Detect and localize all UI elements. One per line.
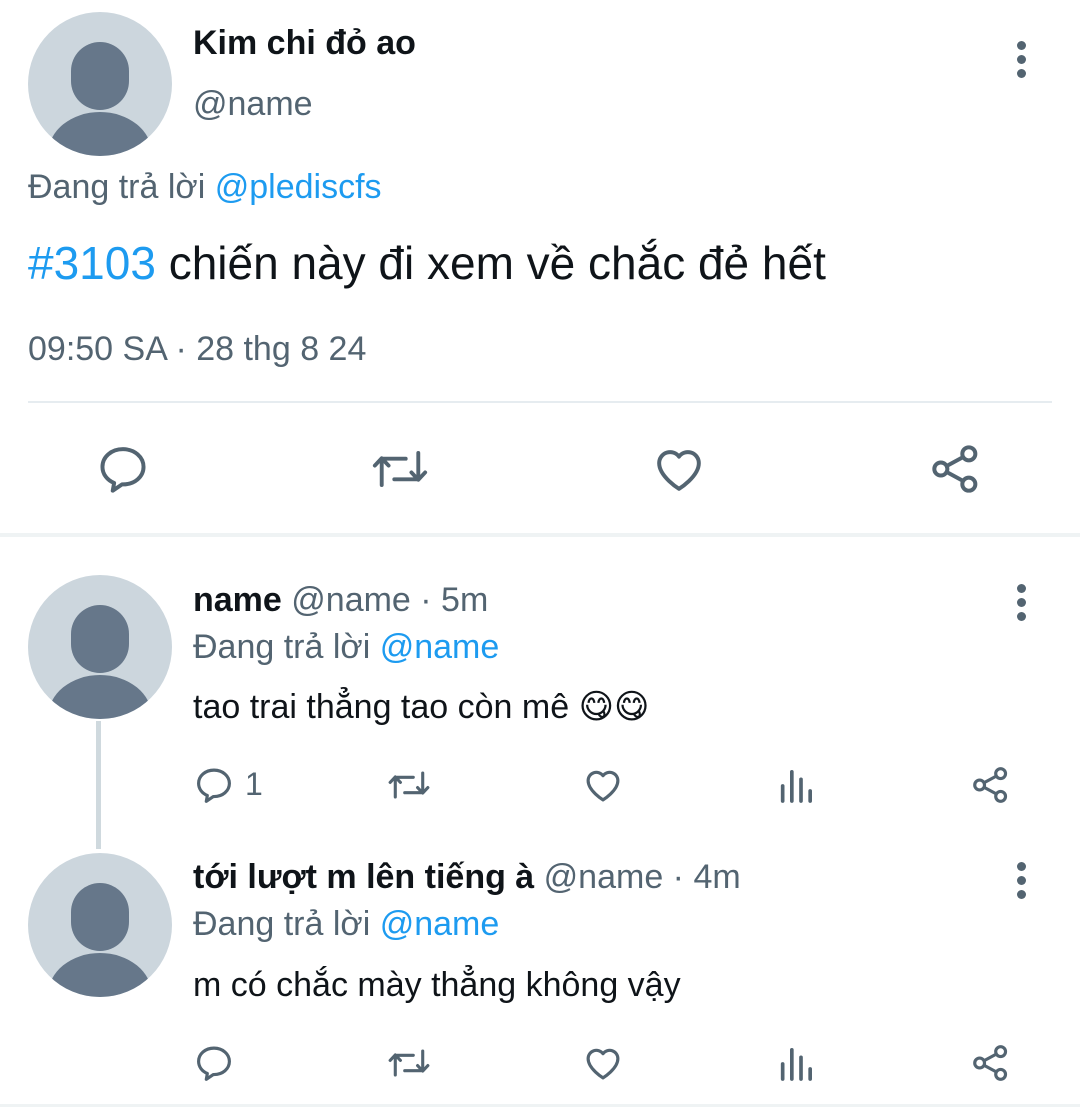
tweet-text: #3103 chiến này đi xem về chắc đẻ hết (28, 236, 826, 290)
share-icon[interactable] (928, 441, 984, 497)
replying-to: Đang trả lời @name (193, 628, 499, 667)
share-icon[interactable] (970, 1042, 1012, 1084)
more-vertical-icon[interactable] (1017, 41, 1029, 83)
reply-icon[interactable] (95, 441, 151, 497)
more-vertical-icon[interactable] (1017, 862, 1029, 904)
replying-to-link[interactable]: @name (380, 628, 500, 666)
section-divider (0, 533, 1080, 537)
handle-time[interactable]: @name · 5m (291, 581, 488, 619)
tweet-text: m có chắc mày thẳng không vậy (193, 966, 681, 1004)
replying-prefix: Đang trả lời (193, 628, 371, 666)
reply-icon[interactable] (193, 1042, 235, 1084)
display-name[interactable]: name (193, 581, 282, 619)
replying-prefix: Đang trả lời (193, 905, 371, 943)
default-avatar-icon (48, 883, 152, 997)
retweet-icon[interactable] (385, 1042, 433, 1084)
heart-icon[interactable] (581, 1042, 625, 1084)
reply-header: name @name · 5m (193, 581, 488, 620)
divider (28, 401, 1052, 403)
heart-icon[interactable] (651, 441, 707, 497)
handle-time[interactable]: @name · 4m (544, 858, 741, 896)
default-avatar-icon (48, 605, 152, 719)
share-icon[interactable] (970, 764, 1012, 806)
timestamp: 09:50 SA · 28 thg 8 24 (28, 330, 367, 368)
replying-prefix: Đang trả lời (28, 168, 206, 206)
hashtag-link[interactable]: #3103 (28, 237, 156, 289)
avatar[interactable] (28, 12, 172, 156)
replying-to: Đang trả lời @plediscfs (28, 168, 382, 207)
default-avatar-icon (48, 42, 152, 156)
views-icon[interactable] (776, 1044, 816, 1084)
avatar[interactable] (28, 853, 172, 997)
reply-icon[interactable] (193, 764, 235, 806)
heart-icon[interactable] (581, 764, 625, 806)
retweet-icon[interactable] (368, 441, 432, 497)
retweet-icon[interactable] (385, 764, 433, 806)
more-vertical-icon[interactable] (1017, 584, 1029, 626)
replying-to-link[interactable]: @name (380, 905, 500, 943)
views-icon[interactable] (776, 766, 816, 806)
display-name[interactable]: Kim chi đỏ ao (193, 24, 416, 63)
handle[interactable]: @name (193, 85, 313, 124)
reply-header: tới lượt m lên tiếng à @name · 4m (193, 858, 741, 897)
replying-to: Đang trả lời @name (193, 905, 499, 944)
reply-count: 1 (245, 766, 263, 802)
tweet-text: tao trai thẳng tao còn mê 😋😋 (193, 688, 650, 726)
avatar[interactable] (28, 575, 172, 719)
bottom-divider (0, 1104, 1080, 1107)
tweet-body: chiến này đi xem về chắc đẻ hết (155, 237, 826, 289)
thread-line (96, 721, 101, 849)
replying-to-link[interactable]: @plediscfs (215, 168, 382, 206)
display-name[interactable]: tới lượt m lên tiếng à (193, 858, 534, 896)
